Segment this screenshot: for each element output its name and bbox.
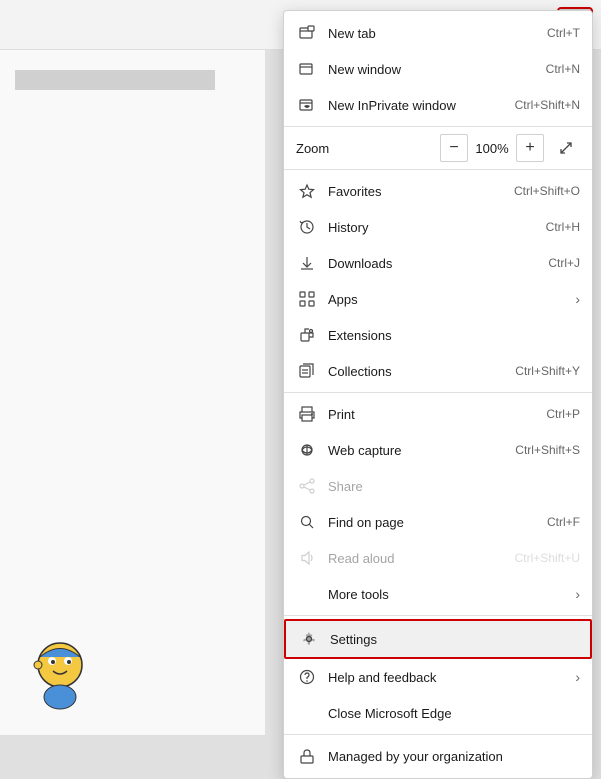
zoom-label: Zoom xyxy=(296,141,440,156)
print-shortcut: Ctrl+P xyxy=(546,407,580,421)
downloads-label: Downloads xyxy=(328,256,538,271)
close-edge-label: Close Microsoft Edge xyxy=(328,706,580,721)
favorites-shortcut: Ctrl+Shift+O xyxy=(514,184,580,198)
menu-item-new-window[interactable]: New window Ctrl+N xyxy=(284,51,592,87)
collections-shortcut: Ctrl+Shift+Y xyxy=(515,364,580,378)
appuals-logo xyxy=(20,635,100,715)
share-label: Share xyxy=(328,479,580,494)
menu-item-help[interactable]: Help and feedback › xyxy=(284,659,592,695)
new-tab-shortcut: Ctrl+T xyxy=(547,26,580,40)
new-window-label: New window xyxy=(328,62,536,77)
menu-item-find-on-page[interactable]: Find on page Ctrl+F xyxy=(284,504,592,540)
zoom-decrease-btn[interactable]: − xyxy=(440,134,468,162)
menu-item-settings[interactable]: Settings xyxy=(284,619,592,659)
menu-item-share: Share xyxy=(284,468,592,504)
menu-item-collections[interactable]: Collections Ctrl+Shift+Y xyxy=(284,353,592,389)
menu-item-read-aloud: Read aloud Ctrl+Shift+U xyxy=(284,540,592,576)
history-icon xyxy=(296,216,318,238)
context-menu: New tab Ctrl+T New window Ctrl+N New InP… xyxy=(283,10,593,779)
read-aloud-label: Read aloud xyxy=(328,551,505,566)
inprivate-shortcut: Ctrl+Shift+N xyxy=(515,98,580,112)
read-aloud-shortcut: Ctrl+Shift+U xyxy=(515,551,580,565)
apps-arrow: › xyxy=(575,291,580,307)
collections-label: Collections xyxy=(328,364,505,379)
print-icon xyxy=(296,403,318,425)
inprivate-icon xyxy=(296,94,318,116)
menu-item-print[interactable]: Print Ctrl+P xyxy=(284,396,592,432)
new-tab-icon xyxy=(296,22,318,44)
web-capture-label: Web capture xyxy=(328,443,505,458)
more-tools-arrow: › xyxy=(575,586,580,602)
menu-item-extensions[interactable]: Extensions xyxy=(284,317,592,353)
zoom-row: Zoom − 100% + xyxy=(284,130,592,166)
divider-1 xyxy=(284,126,592,127)
history-shortcut: Ctrl+H xyxy=(546,220,580,234)
menu-item-new-tab[interactable]: New tab Ctrl+T xyxy=(284,15,592,51)
managed-label: Managed by your organization xyxy=(328,749,580,764)
more-tools-label: More tools xyxy=(328,587,565,602)
zoom-expand-btn[interactable] xyxy=(552,134,580,162)
settings-icon xyxy=(298,628,320,650)
web-capture-icon xyxy=(296,439,318,461)
help-label: Help and feedback xyxy=(328,670,565,685)
web-capture-shortcut: Ctrl+Shift+S xyxy=(515,443,580,457)
help-icon xyxy=(296,666,318,688)
apps-label: Apps xyxy=(328,292,565,307)
downloads-icon xyxy=(296,252,318,274)
collections-menu-icon xyxy=(296,360,318,382)
menu-item-web-capture[interactable]: Web capture Ctrl+Shift+S xyxy=(284,432,592,468)
page-content-placeholder xyxy=(15,70,215,90)
new-tab-label: New tab xyxy=(328,26,537,41)
menu-item-history[interactable]: History Ctrl+H xyxy=(284,209,592,245)
share-icon xyxy=(296,475,318,497)
page-content-area xyxy=(0,50,265,735)
menu-item-more-tools[interactable]: More tools › xyxy=(284,576,592,612)
find-on-page-label: Find on page xyxy=(328,515,537,530)
new-window-shortcut: Ctrl+N xyxy=(546,62,580,76)
menu-item-close-edge[interactable]: Close Microsoft Edge xyxy=(284,695,592,731)
zoom-increase-btn[interactable]: + xyxy=(516,134,544,162)
divider-2 xyxy=(284,169,592,170)
zoom-controls: − 100% + xyxy=(440,134,580,162)
find-on-page-shortcut: Ctrl+F xyxy=(547,515,580,529)
menu-item-managed[interactable]: Managed by your organization xyxy=(284,738,592,774)
apps-icon xyxy=(296,288,318,310)
managed-icon xyxy=(296,745,318,767)
menu-item-favorites[interactable]: Favorites Ctrl+Shift+O xyxy=(284,173,592,209)
extensions-icon xyxy=(296,324,318,346)
zoom-value: 100% xyxy=(472,141,512,156)
inprivate-label: New InPrivate window xyxy=(328,98,505,113)
history-label: History xyxy=(328,220,536,235)
menu-item-downloads[interactable]: Downloads Ctrl+J xyxy=(284,245,592,281)
divider-4 xyxy=(284,615,592,616)
favorites-label: Favorites xyxy=(328,184,504,199)
print-label: Print xyxy=(328,407,536,422)
menu-item-apps[interactable]: Apps › xyxy=(284,281,592,317)
menu-item-inprivate[interactable]: New InPrivate window Ctrl+Shift+N xyxy=(284,87,592,123)
settings-label: Settings xyxy=(330,632,578,647)
find-on-page-icon xyxy=(296,511,318,533)
read-aloud-icon xyxy=(296,547,318,569)
divider-3 xyxy=(284,392,592,393)
close-edge-icon xyxy=(296,702,318,724)
new-window-icon xyxy=(296,58,318,80)
extensions-label: Extensions xyxy=(328,328,580,343)
downloads-shortcut: Ctrl+J xyxy=(548,256,580,270)
more-tools-icon xyxy=(296,583,318,605)
help-arrow: › xyxy=(575,669,580,685)
favorites-icon xyxy=(296,180,318,202)
